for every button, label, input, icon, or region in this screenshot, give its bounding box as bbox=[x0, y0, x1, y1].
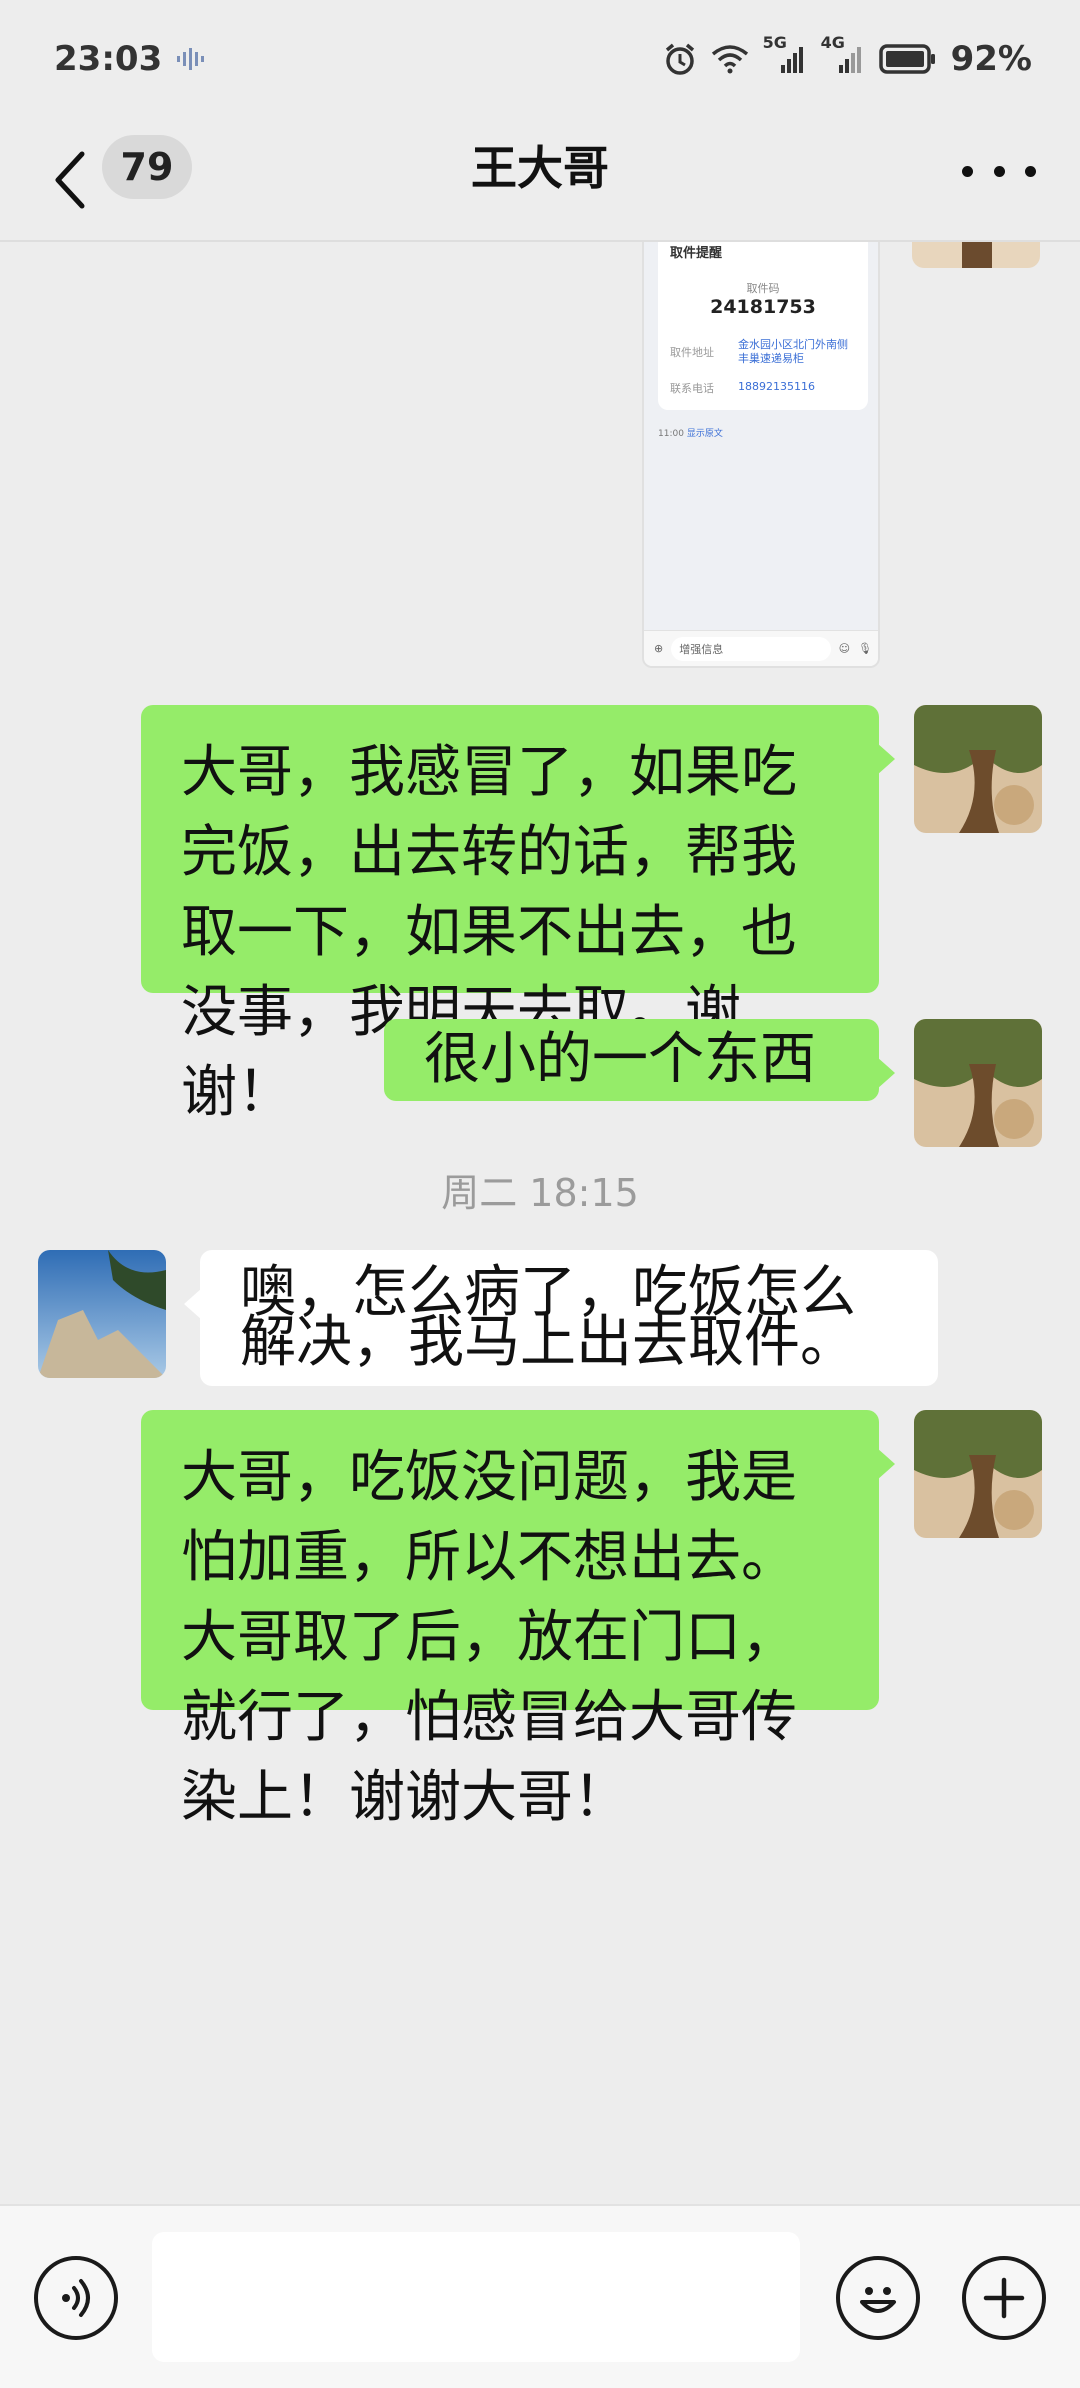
message-bubble-sent[interactable]: 很小的一个东西 bbox=[384, 1019, 895, 1101]
dot-icon bbox=[962, 165, 973, 177]
chat-header: 79 王大哥 bbox=[0, 118, 1080, 242]
chat-message-list[interactable]: 取件提醒 取件码 24181753 取件地址 金水园小区北门外南侧丰巢速递易柜 … bbox=[0, 242, 1080, 2204]
signal-4g-icon: 4G bbox=[821, 33, 865, 75]
message-input-bar bbox=[0, 2204, 1080, 2388]
message-bubble-received[interactable]: 噢，怎么病了，吃饭怎么解决，我马上出去取件。 bbox=[184, 1250, 938, 1386]
address-value: 金水园小区北门外南侧丰巢速递易柜 bbox=[738, 338, 848, 365]
message-bubble-sent[interactable]: 大哥，吃饭没问题，我是怕加重，所以不想出去。大哥取了后，放在门口，就行了，怕感冒… bbox=[141, 1410, 895, 1830]
status-time: 23:03 bbox=[54, 39, 163, 79]
message-input[interactable] bbox=[152, 2232, 800, 2362]
thumbnail-meta-time: 11:00 bbox=[658, 429, 684, 439]
thumbnail-input-bar: ⊕ 增强信息 ☺ 🎙 bbox=[644, 630, 878, 666]
avatar-self[interactable] bbox=[914, 1019, 1042, 1147]
message-timestamp: 周二 18:15 bbox=[441, 1171, 639, 1215]
status-time-group: 23:03 bbox=[54, 39, 206, 79]
image-message-thumbnail[interactable]: 取件提醒 取件码 24181753 取件地址 金水园小区北门外南侧丰巢速递易柜 … bbox=[642, 242, 880, 668]
signal-5g-icon: 5G bbox=[763, 33, 807, 75]
back-button[interactable] bbox=[50, 148, 90, 212]
message-text: 噢，怎么病了，吃饭怎么解决，我马上出去取件。 bbox=[240, 1260, 856, 1375]
dot-icon bbox=[1025, 165, 1036, 177]
battery-percent: 92% bbox=[950, 39, 1032, 79]
pickup-reminder-card: 取件提醒 取件码 24181753 取件地址 金水园小区北门外南侧丰巢速递易柜 … bbox=[658, 242, 868, 410]
more-functions-button[interactable] bbox=[962, 2256, 1046, 2340]
signal-5g-label: 5G bbox=[762, 33, 787, 52]
wifi-icon bbox=[711, 44, 749, 74]
avatar-contact[interactable] bbox=[38, 1250, 166, 1378]
alarm-icon bbox=[663, 42, 697, 76]
message-bubble-sent[interactable]: 大哥，我感冒了，如果吃完饭，出去转的话，帮我取一下，如果不出去，也没事，我明天去… bbox=[141, 705, 895, 1125]
emoji-button[interactable] bbox=[836, 2256, 920, 2340]
thumbnail-input-field: 增强信息 bbox=[671, 636, 831, 661]
voice-icon bbox=[62, 2279, 90, 2317]
avatar-self[interactable] bbox=[914, 1410, 1042, 1538]
phone-label: 联系电话 bbox=[670, 382, 714, 395]
message-text: 很小的一个东西 bbox=[424, 1027, 816, 1092]
more-options-button[interactable] bbox=[962, 146, 1036, 196]
battery-icon bbox=[878, 43, 937, 75]
emoji-icon bbox=[860, 2287, 896, 2313]
avatar-self[interactable] bbox=[912, 242, 1040, 268]
thumbnail-mic-icon: 🎙 bbox=[858, 642, 872, 655]
status-indicators: 5G 4G 92% bbox=[663, 33, 1032, 79]
phone-value: 18892135116 bbox=[738, 380, 815, 393]
address-label: 取件地址 bbox=[670, 346, 714, 359]
plus-icon bbox=[983, 2277, 1025, 2319]
voice-button[interactable] bbox=[34, 2256, 118, 2340]
chevron-left-icon bbox=[55, 151, 85, 209]
status-bar: 23:03 5G 4G 92% bbox=[0, 0, 1080, 118]
thumbnail-meta: 11:00 显示原文 bbox=[658, 426, 723, 439]
dot-icon bbox=[993, 165, 1005, 177]
avatar-self[interactable] bbox=[914, 705, 1042, 833]
thumbnail-meta-link: 显示原文 bbox=[686, 429, 723, 439]
thumbnail-emoji-icon: ☺ bbox=[838, 642, 851, 655]
signal-4g-label: 4G bbox=[820, 33, 845, 52]
message-text: 大哥，吃饭没问题，我是怕加重，所以不想出去。大哥取了后，放在门口，就行了，怕感冒… bbox=[181, 1445, 797, 1830]
audio-wave-icon bbox=[176, 46, 206, 72]
pickup-code-label: 取件码 bbox=[746, 282, 780, 295]
unread-count-badge[interactable]: 79 bbox=[102, 135, 192, 199]
thumbnail-plus-icon: ⊕ bbox=[654, 642, 664, 655]
pickup-code: 24181753 bbox=[710, 296, 816, 318]
pickup-reminder-title: 取件提醒 bbox=[670, 246, 723, 261]
